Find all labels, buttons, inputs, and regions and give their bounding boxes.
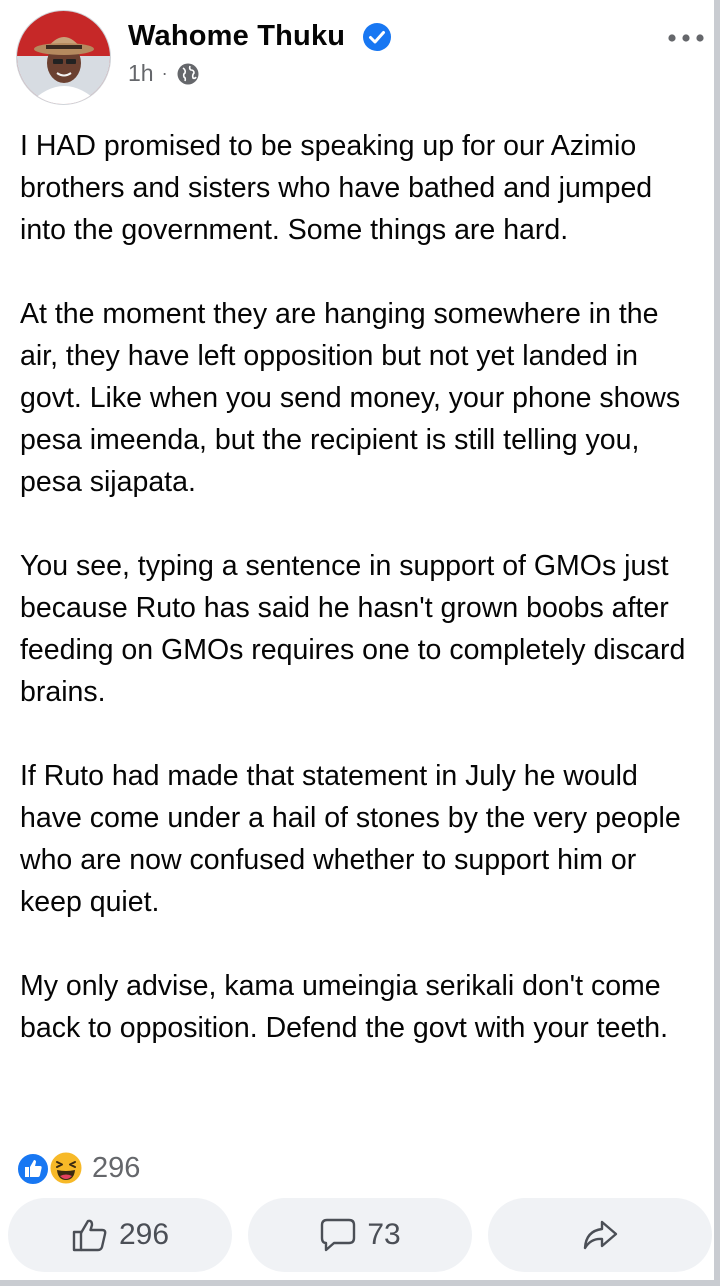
post-paragraph: I HAD promised to be speaking up for our… [20, 130, 653, 246]
thumbs-up-icon [72, 1219, 107, 1252]
share-arrow-icon [583, 1220, 618, 1250]
post-paragraph: At the moment they are hanging somewhere… [20, 298, 681, 498]
author-avatar[interactable] [16, 10, 111, 105]
comment-count: 73 [367, 1218, 401, 1251]
reactions-summary[interactable]: 296 [16, 1150, 140, 1186]
like-count: 296 [118, 1218, 170, 1251]
share-button[interactable] [488, 1198, 712, 1272]
bottom-divider [0, 1280, 720, 1286]
comment-bubble-icon [321, 1218, 356, 1252]
haha-icon [48, 1150, 84, 1186]
post-paragraph: If Ruto had made that statement in July … [20, 760, 681, 918]
meta-separator: · [161, 63, 168, 83]
verified-badge-icon [363, 23, 391, 51]
post-actions: 296 73 [8, 1198, 712, 1272]
more-options-icon[interactable] [666, 28, 706, 48]
avatar-photo [17, 11, 110, 104]
like-button[interactable]: 296 [8, 1198, 232, 1272]
globe-icon[interactable] [176, 62, 200, 86]
scrollbar-track [714, 0, 720, 1286]
facebook-post-page: Wahome Thuku 1h · I HAD promised to be s… [0, 0, 720, 1286]
post-body: I HAD promised to be speaking up for our… [20, 125, 700, 1049]
post-paragraph: You see, typing a sentence in support of… [20, 550, 686, 708]
reaction-icons [16, 1150, 88, 1186]
post-timestamp[interactable]: 1h [128, 60, 154, 87]
comment-button[interactable]: 73 [248, 1198, 472, 1272]
author-name[interactable]: Wahome Thuku [128, 20, 345, 53]
like-icon [16, 1152, 50, 1186]
post-paragraph: My only advise, kama umeingia serikali d… [20, 970, 668, 1044]
post-meta: 1h · [128, 60, 200, 87]
reaction-count: 296 [92, 1151, 141, 1184]
post-header: Wahome Thuku 1h · [16, 10, 706, 110]
